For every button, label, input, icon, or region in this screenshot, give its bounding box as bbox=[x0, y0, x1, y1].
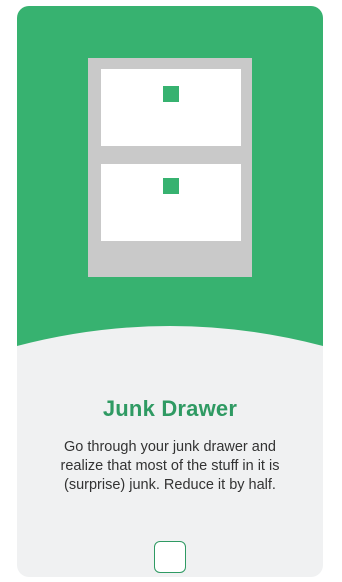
drawer-cabinet-icon bbox=[88, 58, 252, 277]
hero-background bbox=[17, 6, 323, 346]
drawer-handle-icon bbox=[163, 86, 179, 102]
card-hero bbox=[17, 6, 323, 346]
card-description: Go through your junk drawer and realize … bbox=[60, 439, 280, 493]
card-title: Junk Drawer bbox=[102, 396, 238, 421]
drawer-handle-icon bbox=[163, 178, 179, 194]
task-card: Junk Drawer Go through your junk drawer … bbox=[17, 6, 323, 577]
complete-checkbox[interactable] bbox=[154, 541, 186, 573]
